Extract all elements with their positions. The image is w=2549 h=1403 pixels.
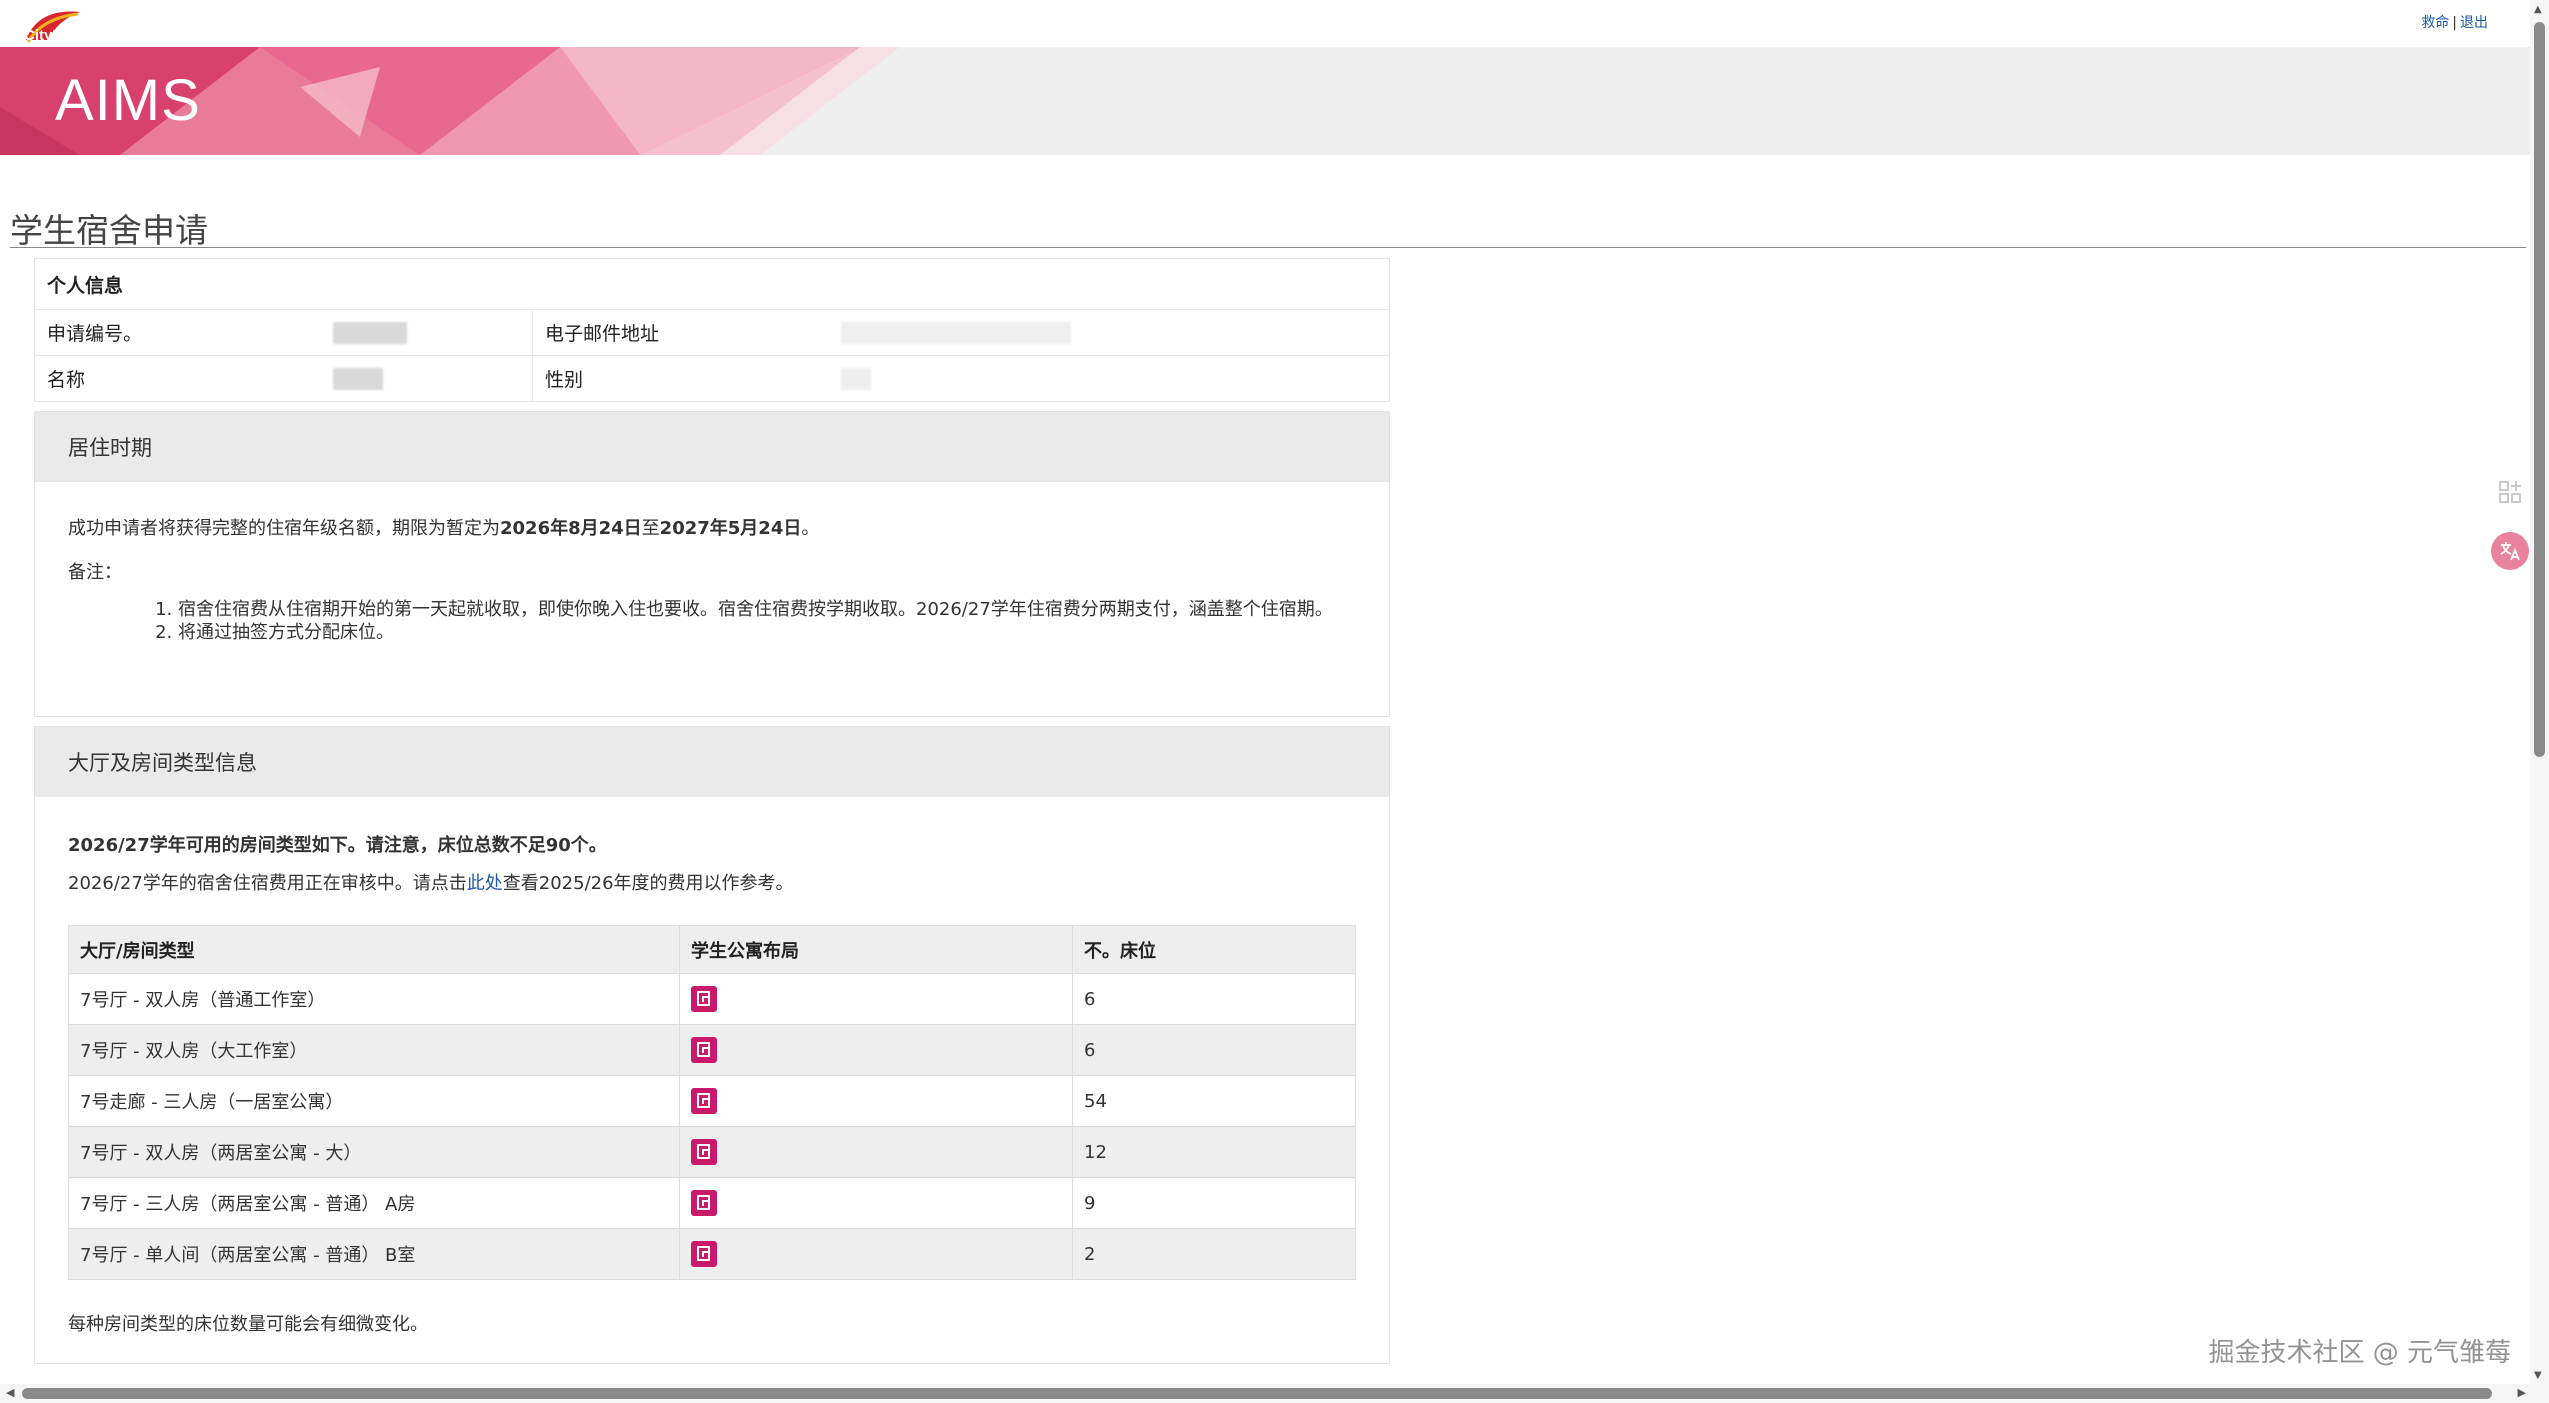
- beds-cell: 12: [1072, 1126, 1356, 1178]
- intro-prefix: 成功申请者将获得完整的住宿年级名额，期限为暂定为: [68, 518, 500, 539]
- layout-cell: [679, 1228, 1073, 1280]
- table-row: 7号厅 - 三人房（两居室公寓 - 普通） A房 9: [68, 1177, 1356, 1229]
- note-item: 宿舍住宿费从住宿期开始的第一天起就收取，即使你晚入住也要收。宿舍住宿费按学期收取…: [178, 598, 1356, 621]
- aims-banner: AIMS: [0, 47, 2530, 155]
- beds-cell: 6: [1072, 973, 1356, 1025]
- layout-cell: [679, 1177, 1073, 1229]
- watermark: 掘金技术社区 @ 元气雏莓: [2208, 1338, 2511, 1368]
- title-divider: [10, 247, 2526, 248]
- layout-cell: [679, 973, 1073, 1025]
- fee-reference-link[interactable]: 此处: [467, 873, 503, 894]
- beds-cell: 6: [1072, 1024, 1356, 1076]
- email-label: 电子邮件地址: [545, 323, 660, 345]
- document-icon[interactable]: [691, 1190, 717, 1216]
- fee-prefix: 2026/27学年的宿舍住宿费用正在审核中。请点击: [68, 873, 467, 894]
- apps-icon[interactable]: [2491, 473, 2529, 511]
- room-type-cell: 7号厅 - 单人间（两居室公寓 - 普通） B室: [68, 1228, 680, 1280]
- col-header-beds: 不。床位: [1072, 925, 1356, 974]
- vertical-scrollbar[interactable]: ▲ ▼: [2530, 0, 2549, 1403]
- col-header-room-type: 大厅/房间类型: [68, 925, 680, 974]
- beds-cell: 54: [1072, 1075, 1356, 1127]
- scroll-down-arrow-icon[interactable]: ▼: [2534, 1370, 2542, 1381]
- translate-icon[interactable]: [2491, 532, 2529, 570]
- table-row: 7号厅 - 双人房（大工作室） 6: [68, 1024, 1356, 1076]
- email-value: [829, 310, 1389, 355]
- info-row-name: 名称 性别: [35, 356, 1389, 401]
- document-icon[interactable]: [691, 1088, 717, 1114]
- gender-label: 性别: [545, 369, 584, 391]
- room-type-cell: 7号走廊 - 三人房（一居室公寓）: [68, 1075, 680, 1127]
- residence-period-panel: 居住时期 成功申请者将获得完整的住宿年级名额，期限为暂定为2026年8月24日至…: [34, 411, 1390, 717]
- hall-room-panel: 大厅及房间类型信息 2026/27学年可用的房间类型如下。请注意，床位总数不足9…: [34, 726, 1390, 1364]
- room-type-cell: 7号厅 - 双人房（两居室公寓 - 大）: [68, 1126, 680, 1178]
- table-row: 7号厅 - 双人房（普通工作室） 6: [68, 973, 1356, 1025]
- name-label: 名称: [47, 369, 86, 391]
- end-date: 2027年5月24日: [659, 518, 802, 539]
- logo-text: CityU: [24, 27, 63, 44]
- document-icon[interactable]: [691, 1037, 717, 1063]
- intro-suffix: 。: [801, 518, 820, 539]
- hall-room-heading: 大厅及房间类型信息: [35, 727, 1389, 797]
- room-type-cell: 7号厅 - 双人房（普通工作室）: [68, 973, 680, 1025]
- personal-info-table: 个人信息 申请编号。 电子邮件地址 名称 性别: [34, 258, 1390, 402]
- layout-cell: [679, 1024, 1073, 1076]
- banner-title: AIMS: [55, 68, 201, 133]
- beds-cell: 9: [1072, 1177, 1356, 1229]
- gender-value: [829, 356, 1389, 401]
- top-bar: CityU 救命 | 退出: [0, 0, 2530, 47]
- scroll-left-arrow-icon[interactable]: ◀: [6, 1386, 14, 1399]
- personal-info-heading: 个人信息: [35, 259, 1389, 310]
- table-row: 7号厅 - 双人房（两居室公寓 - 大） 12: [68, 1126, 1356, 1178]
- date-to: 至: [641, 518, 660, 539]
- document-icon[interactable]: [691, 1139, 717, 1165]
- residence-period-heading: 居住时期: [35, 412, 1389, 482]
- scroll-up-arrow-icon[interactable]: ▲: [2534, 4, 2542, 15]
- horizontal-scrollbar[interactable]: ◀ ▶: [0, 1384, 2530, 1403]
- room-type-cell: 7号厅 - 三人房（两居室公寓 - 普通） A房: [68, 1177, 680, 1229]
- beds-cell: 2: [1072, 1228, 1356, 1280]
- start-date: 2026年8月24日: [500, 518, 642, 539]
- layout-cell: [679, 1126, 1073, 1178]
- scroll-right-arrow-icon[interactable]: ▶: [2518, 1386, 2526, 1399]
- table-row: 7号厅 - 单人间（两居室公寓 - 普通） B室 2: [68, 1228, 1356, 1280]
- link-separator: |: [2452, 15, 2457, 31]
- col-header-layout: 学生公寓布局: [679, 925, 1073, 974]
- note-item: 将通过抽签方式分配床位。: [178, 621, 1356, 644]
- document-icon[interactable]: [691, 986, 717, 1012]
- vertical-scroll-thumb[interactable]: [2534, 22, 2545, 757]
- horizontal-scroll-thumb[interactable]: [22, 1388, 2492, 1399]
- layout-cell: [679, 1075, 1073, 1127]
- name-value: [281, 356, 533, 401]
- fee-notice: 2026/27学年的宿舍住宿费用正在审核中。请点击此处查看2025/26年度的费…: [68, 869, 1356, 895]
- residence-intro: 成功申请者将获得完整的住宿年级名额，期限为暂定为2026年8月24日至2027年…: [68, 514, 1356, 540]
- table-row: 7号走廊 - 三人房（一居室公寓） 54: [68, 1075, 1356, 1127]
- room-type-cell: 7号厅 - 双人房（大工作室）: [68, 1024, 680, 1076]
- logout-link[interactable]: 退出: [2460, 15, 2488, 31]
- availability-notice: 2026/27学年可用的房间类型如下。请注意，床位总数不足90个。: [68, 835, 607, 856]
- fee-suffix: 查看2025/26年度的费用以作参考。: [502, 873, 794, 894]
- bed-count-note: 每种房间类型的床位数量可能会有细微变化。: [68, 1314, 428, 1335]
- notes-label: 备注：: [68, 562, 122, 583]
- room-type-table: 大厅/房间类型 学生公寓布局 不。床位 7号厅 - 双人房（普通工作室） 6 7…: [68, 925, 1356, 1280]
- notes-list: 宿舍住宿费从住宿期开始的第一天起就收取，即使你晚入住也要收。宿舍住宿费按学期收取…: [68, 598, 1356, 644]
- document-icon[interactable]: [691, 1241, 717, 1267]
- application-no-value: [281, 310, 533, 355]
- page-title: 学生宿舍申请: [10, 211, 208, 250]
- cityu-logo[interactable]: CityU: [18, 6, 88, 46]
- top-links: 救命 | 退出: [2421, 12, 2488, 32]
- table-header-row: 大厅/房间类型 学生公寓布局 不。床位: [68, 925, 1356, 974]
- info-row-application: 申请编号。 电子邮件地址: [35, 310, 1389, 356]
- help-link[interactable]: 救命: [2421, 15, 2449, 31]
- application-no-label: 申请编号。: [47, 323, 143, 345]
